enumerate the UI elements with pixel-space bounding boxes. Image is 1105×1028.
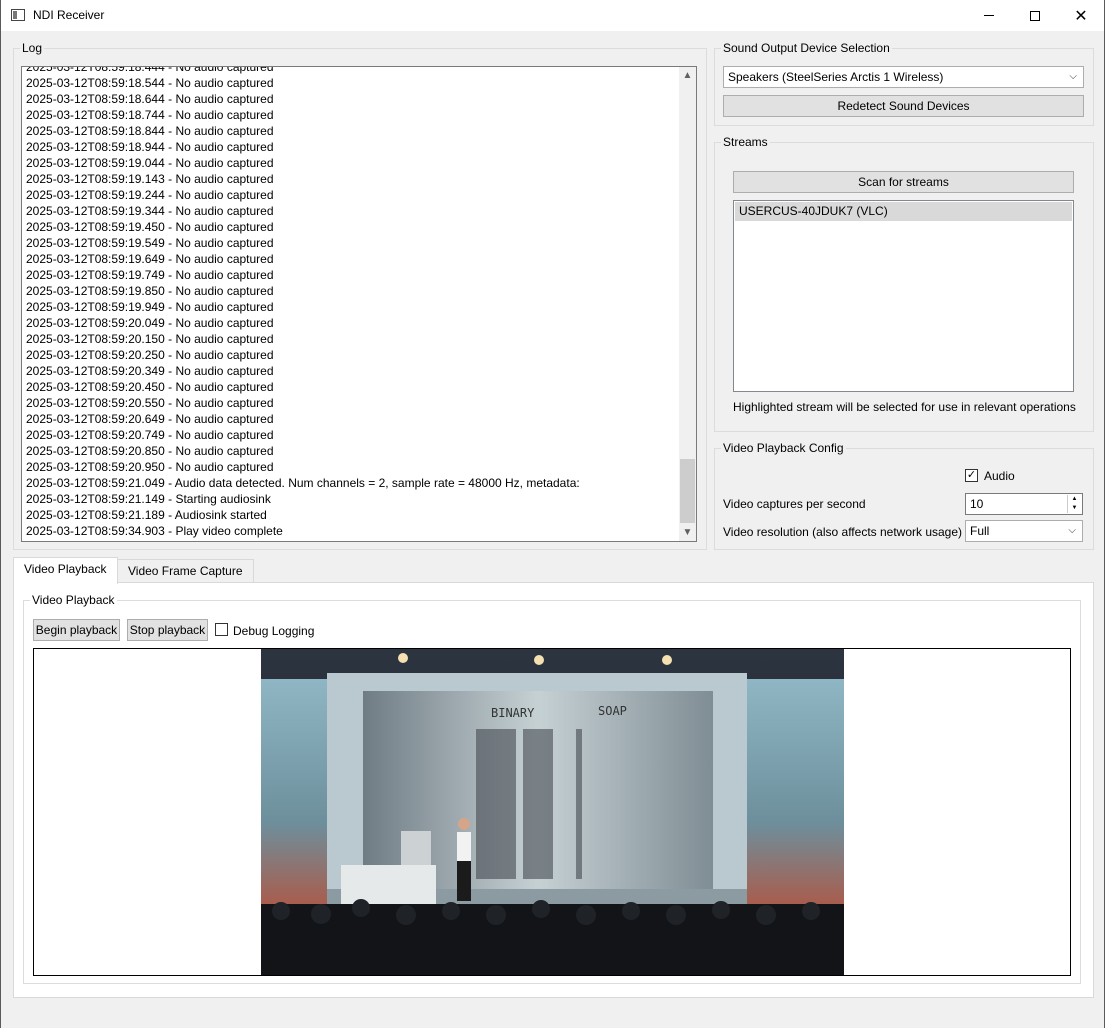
maximize-icon: [1030, 10, 1040, 21]
close-button[interactable]: ✕: [1058, 0, 1104, 31]
chevron-down-icon: ⌵: [1069, 71, 1077, 82]
log-line: 2025-03-12T08:59:18.544 - No audio captu…: [26, 76, 274, 90]
log-line: 2025-03-12T08:59:18.744 - No audio captu…: [26, 108, 274, 122]
log-line: 2025-03-12T08:59:19.450 - No audio captu…: [26, 220, 274, 234]
minimize-icon: [984, 15, 994, 16]
log-line: 2025-03-12T08:59:19.549 - No audio captu…: [26, 236, 274, 250]
video-frame-image: BINARY SOAP: [261, 649, 844, 975]
spin-arrows-icon[interactable]: ▲ ▼: [1067, 495, 1081, 513]
sound-group-title: Sound Output Device Selection: [721, 41, 892, 55]
title-bar: NDI Receiver ✕: [1, 0, 1104, 31]
log-line: 2025-03-12T08:59:19.143 - No audio captu…: [26, 172, 274, 186]
fps-value: 10: [970, 497, 984, 511]
app-window: NDI Receiver ✕ Log 2025-03-12T08:59:18.4…: [0, 0, 1105, 1028]
log-line: 2025-03-12T08:59:19.749 - No audio captu…: [26, 268, 274, 282]
sound-device-select[interactable]: Speakers (SteelSeries Arctis 1 Wireless)…: [723, 66, 1084, 88]
audio-label: Audio: [984, 469, 1015, 483]
redetect-sound-button[interactable]: Redetect Sound Devices: [723, 95, 1084, 117]
close-icon: ✕: [1074, 7, 1088, 25]
log-line: 2025-03-12T08:59:18.944 - No audio captu…: [26, 140, 274, 154]
log-scrollbar[interactable]: ▲ ▼: [679, 67, 696, 541]
log-line: 2025-03-12T08:59:20.150 - No audio captu…: [26, 332, 274, 346]
fps-label: Video captures per second: [723, 497, 866, 511]
video-display: BINARY SOAP: [33, 648, 1071, 976]
stop-playback-button[interactable]: Stop playback: [127, 619, 208, 641]
log-textbox[interactable]: 2025-03-12T08:59:18.444 - No audio captu…: [21, 66, 697, 542]
scrollbar-thumb[interactable]: [680, 459, 695, 523]
log-line: 2025-03-12T08:59:21.189 - Audiosink star…: [26, 508, 267, 522]
log-line: 2025-03-12T08:59:21.049 - Audio data det…: [26, 476, 580, 490]
log-line: 2025-03-12T08:59:21.149 - Starting audio…: [26, 492, 271, 506]
log-line: 2025-03-12T08:59:20.749 - No audio captu…: [26, 428, 274, 442]
maximize-button[interactable]: [1012, 0, 1058, 31]
fps-spinbox[interactable]: 10 ▲ ▼: [965, 493, 1083, 515]
log-line: 2025-03-12T08:59:19.344 - No audio captu…: [26, 204, 274, 218]
log-line: 2025-03-12T08:59:20.349 - No audio captu…: [26, 364, 274, 378]
log-line: 2025-03-12T08:59:19.044 - No audio captu…: [26, 156, 274, 170]
log-lines: 2025-03-12T08:59:18.444 - No audio captu…: [26, 66, 676, 539]
minimize-button[interactable]: [966, 0, 1012, 31]
video-text-soap: SOAP: [598, 704, 627, 718]
log-line: 2025-03-12T08:59:20.649 - No audio captu…: [26, 412, 274, 426]
log-line: 2025-03-12T08:59:19.244 - No audio captu…: [26, 188, 274, 202]
log-line: 2025-03-12T08:59:18.844 - No audio captu…: [26, 124, 274, 138]
config-group-title: Video Playback Config: [721, 441, 846, 455]
scroll-up-icon[interactable]: ▲: [679, 67, 696, 84]
stream-list-item[interactable]: USERCUS-40JDUK7 (VLC): [735, 202, 1072, 221]
log-line: 2025-03-12T08:59:34.903 - Play video com…: [26, 524, 283, 538]
log-group-title: Log: [20, 41, 45, 55]
window-title: NDI Receiver: [33, 8, 105, 22]
log-line: 2025-03-12T08:59:20.950 - No audio captu…: [26, 460, 274, 474]
sound-device-value: Speakers (SteelSeries Arctis 1 Wireless): [728, 70, 944, 84]
video-frame: BINARY SOAP: [261, 649, 844, 975]
log-line: 2025-03-12T08:59:19.850 - No audio captu…: [26, 284, 274, 298]
log-line: 2025-03-12T08:59:18.644 - No audio captu…: [26, 92, 274, 106]
tab-video-playback[interactable]: Video Playback: [13, 557, 118, 584]
debug-logging-checkbox[interactable]: [215, 623, 228, 636]
audio-checkbox[interactable]: ✓: [965, 469, 978, 482]
resolution-label: Video resolution (also affects network u…: [723, 525, 963, 539]
log-line: 2025-03-12T08:59:20.450 - No audio captu…: [26, 380, 274, 394]
streams-note: Highlighted stream will be selected for …: [733, 400, 1076, 414]
scroll-down-icon[interactable]: ▼: [679, 524, 696, 541]
app-icon: [11, 9, 25, 21]
log-line: 2025-03-12T08:59:20.049 - No audio captu…: [26, 316, 274, 330]
tab-video-frame-capture[interactable]: Video Frame Capture: [117, 559, 254, 583]
log-line: 2025-03-12T08:59:18.444 - No audio captu…: [26, 66, 274, 74]
scan-streams-button[interactable]: Scan for streams: [733, 171, 1074, 193]
debug-logging-label: Debug Logging: [233, 624, 315, 638]
log-line: 2025-03-12T08:59:19.649 - No audio captu…: [26, 252, 274, 266]
log-line: 2025-03-12T08:59:19.949 - No audio captu…: [26, 300, 274, 314]
streams-list[interactable]: USERCUS-40JDUK7 (VLC): [733, 200, 1074, 392]
log-line: 2025-03-12T08:59:20.550 - No audio captu…: [26, 396, 274, 410]
checkmark-icon: ✓: [966, 469, 977, 481]
resolution-value: Full: [970, 524, 990, 538]
begin-playback-button[interactable]: Begin playback: [33, 619, 120, 641]
chevron-down-icon: ⌵: [1068, 525, 1076, 536]
log-line: 2025-03-12T08:59:20.250 - No audio captu…: [26, 348, 274, 362]
video-text-binary: BINARY: [491, 706, 535, 720]
playback-group-title: Video Playback: [30, 593, 117, 607]
streams-group-title: Streams: [721, 135, 770, 149]
log-line: 2025-03-12T08:59:20.850 - No audio captu…: [26, 444, 274, 458]
resolution-select[interactable]: Full ⌵: [965, 520, 1083, 542]
